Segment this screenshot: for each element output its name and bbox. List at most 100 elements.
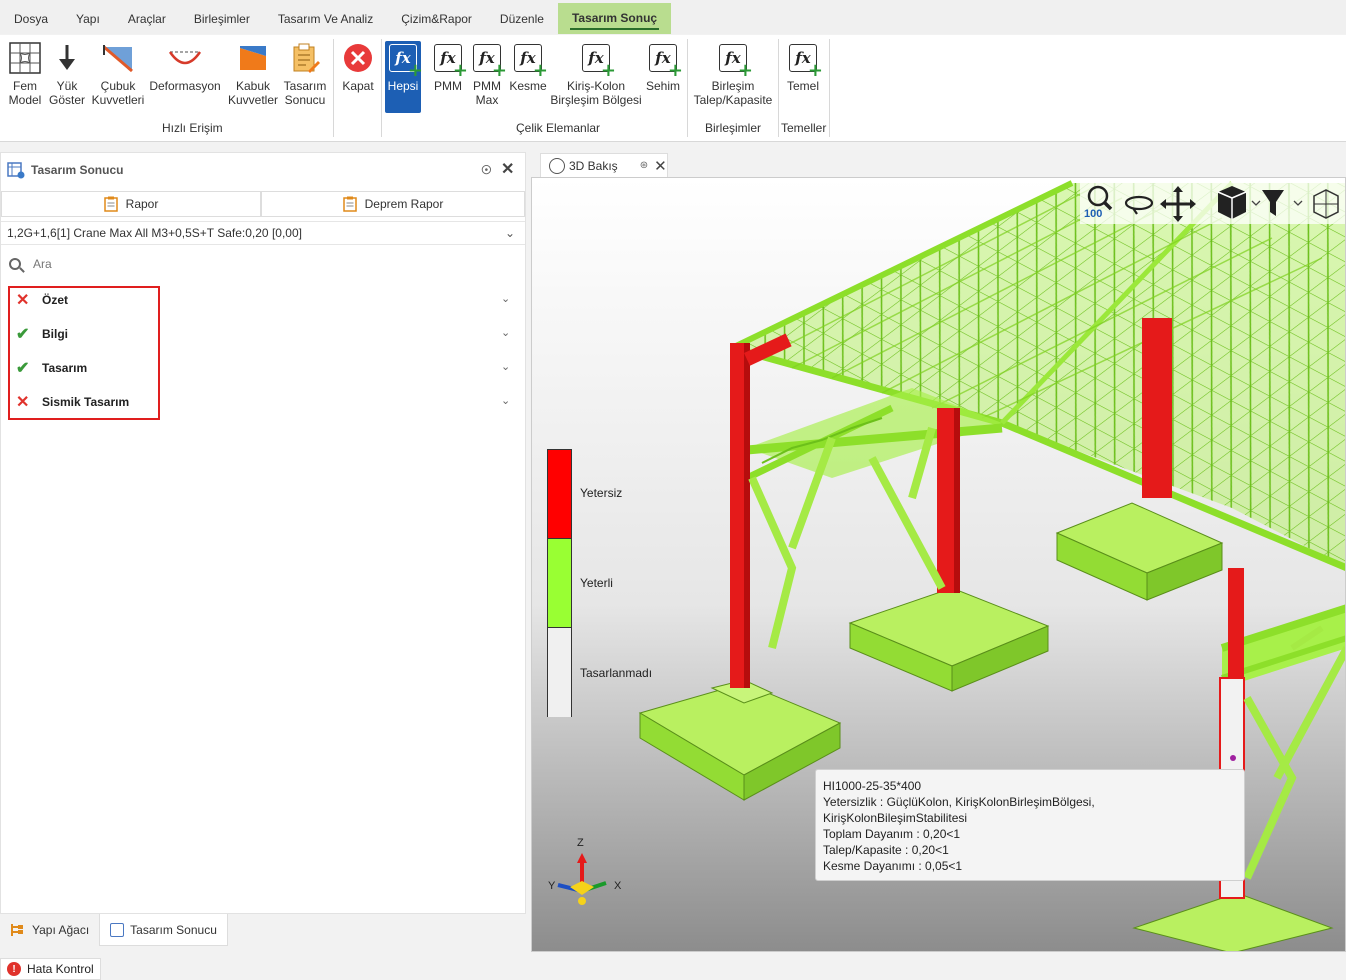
steel-beam-column-button[interactable]: fx + Kiriş-Kolon Birşleşim Bölgesi (550, 41, 642, 107)
pin-icon[interactable]: ⊛ (640, 160, 648, 171)
steel-pmm-button[interactable]: fx + PMM (430, 41, 468, 93)
deformation-button[interactable]: Deformasyon (148, 41, 222, 93)
connection-demand-label-2: Talep/Kapasite (693, 93, 773, 107)
legend-label-ok: Yeterli (580, 576, 613, 590)
design-result-label-1: Tasarım (283, 79, 327, 93)
search-box[interactable]: Ara (9, 257, 52, 271)
menu-cizim-rapor[interactable]: Çizim&Rapor (387, 2, 486, 32)
earthquake-report-button[interactable]: Deprem Rapor (261, 191, 525, 217)
group-label-foundations: Temeller (781, 121, 827, 135)
steel-pmm-max-label-2: Max (475, 93, 499, 107)
chevron-down-icon[interactable]: ⌄ (501, 394, 510, 407)
member-forces-label-1: Çubuk (100, 79, 136, 93)
menu-duzenle[interactable]: Düzenle (486, 2, 558, 32)
tree-item-ozet[interactable]: ✕ Özet (16, 290, 68, 310)
tab-3d-view[interactable]: 3D Bakış ⊛ ✕ (540, 153, 668, 177)
section-box-icon[interactable] (1313, 189, 1339, 219)
member-forces-icon (101, 41, 135, 75)
menu-bar: Dosya Yapı Araçlar Birleşimler Tasarım V… (0, 0, 1346, 34)
steel-shear-button[interactable]: fx + Kesme (508, 41, 548, 93)
earthquake-report-label: Deprem Rapor (364, 197, 444, 211)
close-results-label: Kapat (342, 79, 374, 93)
menu-birlesimler[interactable]: Birleşimler (180, 2, 264, 32)
tab-3d-view-label: 3D Bakış (569, 158, 618, 173)
bottom-tabs: Yapı Ağacı Tasarım Sonucu (0, 914, 526, 946)
shell-forces-label-2: Kuvvetler (227, 93, 279, 107)
shell-forces-icon (236, 41, 270, 75)
report-label: Rapor (125, 197, 159, 211)
search-placeholder: Ara (33, 257, 52, 271)
axis-y-label: Y (548, 880, 556, 892)
ribbon-separator (381, 39, 382, 137)
axis-z-label: Z (577, 837, 584, 849)
legend-label-undesigned: Tasarlanmadı (580, 666, 653, 680)
menu-yapi[interactable]: Yapı (62, 2, 114, 32)
chevron-down-icon[interactable]: ⌄ (501, 326, 510, 339)
menu-dosya[interactable]: Dosya (0, 2, 62, 32)
formula-icon: fx + (470, 41, 507, 80)
tree-item-bilgi[interactable]: ✔ Bilgi (16, 324, 68, 344)
element-tooltip: HI1000-25-35*400 Yetersizlik : GüçlüKolo… (815, 769, 1245, 881)
steel-all-button[interactable]: fx + Hepsi (385, 41, 423, 113)
clipboard-icon (342, 196, 357, 212)
tree-item-label: Bilgi (42, 327, 68, 341)
formula-icon: fx + (386, 41, 423, 80)
zoom-level: 100 (1084, 208, 1102, 220)
menu-tasarim-ve-analiz[interactable]: Tasarım Ve Analiz (264, 2, 387, 32)
axis-x-label: X (614, 880, 622, 892)
load-arrow-icon (50, 41, 84, 75)
legend-label-fail: Yetersiz (580, 486, 623, 500)
error-check-button[interactable]: ! Hata Kontrol (0, 958, 101, 980)
pin-icon[interactable]: ☉ (481, 163, 492, 177)
formula-icon: fx + (579, 41, 616, 80)
member-forces-button[interactable]: Çubuk Kuvvetleri (90, 41, 146, 107)
group-label-quick: Hızlı Erişim (162, 121, 223, 135)
foundation-button[interactable]: fx + Temel (782, 41, 824, 93)
tree-item-label: Özet (42, 293, 69, 307)
load-show-button[interactable]: Yük Göster (46, 41, 88, 107)
close-icon[interactable]: ✕ (654, 157, 667, 175)
steel-pmm-max-label-1: PMM (473, 79, 501, 93)
tree-item-tasarim[interactable]: ✔ Tasarım (16, 358, 87, 378)
search-icon (9, 258, 21, 270)
fem-model-button[interactable]: Fem Model (4, 41, 46, 107)
tree-item-sismik-tasarim[interactable]: ✕ Sismik Tasarım (16, 392, 129, 412)
connection-demand-button[interactable]: fx + Birleşim Talep/Kapasite (690, 41, 776, 107)
load-combination-select[interactable]: 1,2G+1,6[1] Crane Max All M3+0,5S+T Safe… (1, 221, 525, 245)
report-button[interactable]: Rapor (1, 191, 261, 217)
close-icon[interactable]: ✕ (501, 159, 514, 179)
chevron-down-icon[interactable]: ⌄ (501, 292, 510, 305)
formula-icon: fx + (786, 41, 823, 80)
foundation-label: Temel (786, 79, 819, 93)
menu-araclar[interactable]: Araçlar (114, 2, 180, 32)
panel-header: Tasarım Sonucu ☉ ✕ (1, 153, 525, 187)
3d-viewport[interactable]: 100 Z Y X Yetersiz Yeterli Tasarlanmadı … (531, 177, 1346, 952)
tooltip-failures: Yetersizlik : GüçlüKolon, KirişKolonBirl… (823, 795, 1095, 825)
load-show-label-2: Göster (48, 93, 85, 107)
tooltip-total-capacity: Toplam Dayanım : 0,20<1 (823, 827, 961, 841)
design-result-panel-icon (7, 162, 25, 179)
shell-forces-button[interactable]: Kabuk Kuvvetler (226, 41, 280, 107)
load-show-label-1: Yük (56, 79, 78, 93)
report-buttons: Rapor Deprem Rapor (1, 191, 527, 217)
design-result-button[interactable]: Tasarım Sonucu (282, 41, 328, 107)
member-forces-label-2: Kuvvetleri (91, 93, 145, 107)
clipboard-icon (103, 196, 118, 212)
steel-beam-column-label-1: Kiriş-Kolon (566, 79, 626, 93)
steel-deflection-label: Sehim (645, 79, 680, 93)
formula-icon: fx + (431, 41, 468, 80)
chevron-down-icon[interactable]: ⌄ (501, 360, 510, 373)
formula-icon: fx + (646, 41, 683, 80)
ribbon-separator (829, 39, 830, 137)
steel-deflection-button[interactable]: fx + Sehim (644, 41, 683, 93)
steel-shear-label: Kesme (509, 79, 547, 93)
steel-pmm-max-button[interactable]: fx + PMM Max (469, 41, 507, 107)
fem-model-label-2: Model (8, 93, 42, 107)
tab-design-result[interactable]: Tasarım Sonucu (99, 914, 228, 946)
tooltip-shear-capacity: Kesme Dayanımı : 0,05<1 (823, 859, 963, 873)
menu-tasarim-sonuc[interactable]: Tasarım Sonuç (557, 2, 672, 34)
steel-all-label: Hepsi (387, 79, 419, 93)
panel-title: Tasarım Sonucu (31, 163, 124, 177)
tab-structure-tree[interactable]: Yapı Ağacı (0, 914, 99, 946)
close-results-button[interactable]: Kapat (338, 41, 378, 93)
